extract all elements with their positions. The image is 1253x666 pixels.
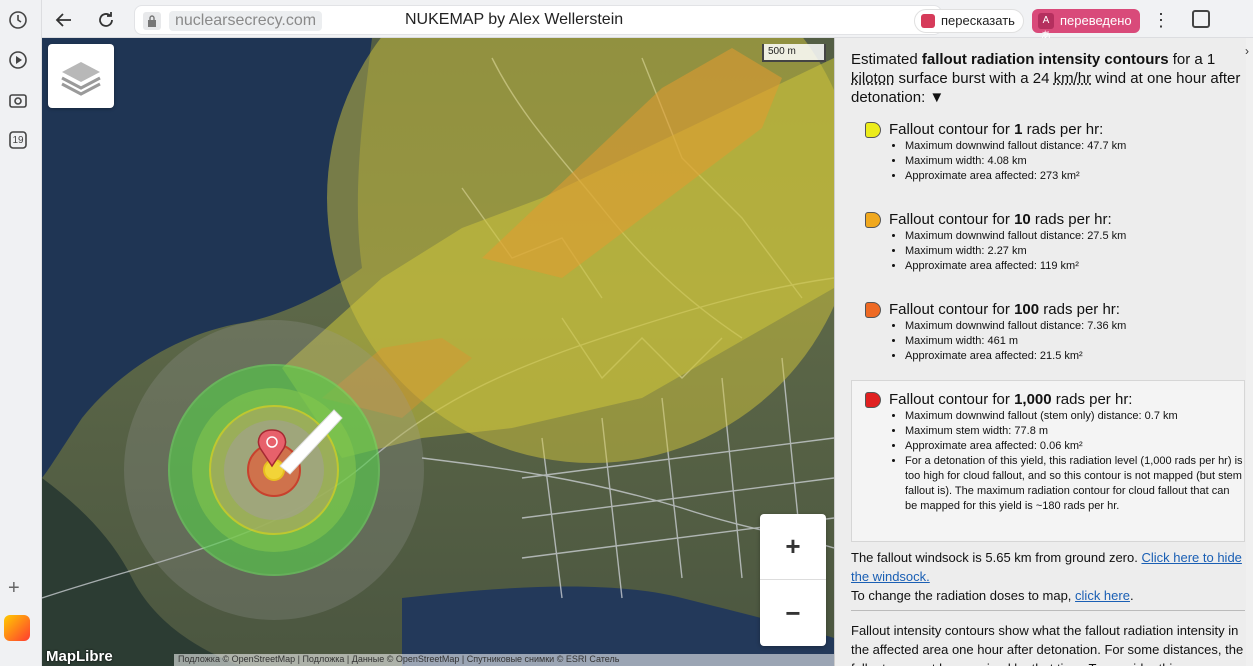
zoom-controls: + − — [760, 514, 826, 646]
retell-label: пересказать — [941, 13, 1015, 28]
fallout-toggle-icon[interactable]: ▼ — [929, 89, 944, 106]
list-item: Approximate area affected: 21.5 km² — [905, 349, 1243, 364]
zoom-out-button[interactable]: − — [760, 580, 826, 646]
change-doses-link[interactable]: click here — [1075, 588, 1130, 603]
retell-button[interactable]: пересказать — [914, 9, 1024, 33]
scale-bar: 500 m — [762, 44, 826, 62]
fallout-note: Fallout intensity contours show what the… — [851, 623, 1244, 666]
calendar-icon[interactable]: 19 — [6, 128, 30, 152]
list-item: For a detonation of this yield, this rad… — [905, 454, 1243, 514]
layers-icon — [61, 62, 101, 96]
windsock-info: The fallout windsock is 5.65 km from gro… — [851, 550, 1242, 603]
map-view[interactable]: 500 m + − MapLibre Подложка © OpenStreet… — [42, 38, 834, 666]
page-title: NUKEMAP by Alex Wellerstein — [405, 11, 624, 28]
lock-icon[interactable] — [143, 12, 161, 30]
translate-icon: Aあ — [1038, 13, 1054, 42]
browser-toolbar: nuclearsecrecy.com NUKEMAP by Alex Welle… — [42, 0, 1253, 42]
panel-collapse-handle[interactable]: › — [1245, 38, 1253, 666]
translated-button[interactable]: Aあ переведено — [1032, 9, 1140, 42]
list-item: Maximum width: 4.08 km — [905, 154, 1243, 169]
list-item: Approximate area affected: 273 km² — [905, 169, 1243, 184]
results-panel: Estimated fallout radiation intensity co… — [834, 38, 1246, 666]
list-item: Approximate area affected: 0.06 km² — [905, 439, 1243, 454]
list-item: Maximum downwind fallout distance: 27.5 … — [905, 229, 1243, 244]
list-item: Maximum width: 461 m — [905, 334, 1243, 349]
address-bar[interactable]: nuclearsecrecy.com NUKEMAP by Alex Welle… — [134, 5, 942, 35]
contour-10-rad: Fallout contour for 10 rads per hr: Maxi… — [851, 210, 1243, 274]
list-item: Maximum width: 2.27 km — [905, 244, 1243, 259]
history-icon[interactable] — [6, 8, 30, 32]
fallout-intro: Estimated fallout radiation intensity co… — [851, 51, 1241, 106]
calendar-badge: 19 — [12, 134, 24, 146]
divider — [851, 610, 1245, 611]
map-canvas[interactable] — [42, 38, 834, 666]
browser-sidebar: 19 + — [0, 0, 42, 666]
screenshot-icon[interactable] — [6, 88, 30, 112]
contour-color-swatch — [865, 302, 881, 318]
contour-color-swatch — [865, 392, 881, 408]
list-item: Maximum downwind fallout distance: 7.36 … — [905, 319, 1243, 334]
list-item: Maximum downwind fallout (stem only) dis… — [905, 409, 1243, 424]
contour-100-rad: Fallout contour for 100 rads per hr: Max… — [851, 300, 1243, 364]
contour-1000-rad: Fallout contour for 1,000 rads per hr: M… — [851, 390, 1243, 514]
layers-button[interactable] — [48, 44, 114, 108]
reload-icon — [99, 12, 113, 27]
yandex-app-icon[interactable] — [4, 615, 30, 641]
contour-color-swatch — [865, 212, 881, 228]
chevron-right-icon: › — [1245, 44, 1249, 58]
list-item: Maximum stem width: 77.8 m — [905, 424, 1243, 439]
map-attribution: Подложка © OpenStreetMap | Подложка | Да… — [174, 654, 834, 666]
url-domain[interactable]: nuclearsecrecy.com — [169, 11, 323, 31]
translated-label: переведено — [1060, 13, 1132, 28]
list-item: Maximum downwind fallout distance: 47.7 … — [905, 139, 1243, 154]
reload-button[interactable] — [94, 8, 118, 32]
retell-icon — [921, 14, 935, 28]
tabs-icon[interactable] — [1192, 10, 1210, 28]
maplibre-logo[interactable]: MapLibre — [46, 648, 113, 665]
more-menu-icon[interactable]: ⋮ — [1152, 10, 1170, 31]
zoom-in-button[interactable]: + — [760, 514, 826, 580]
contour-color-swatch — [865, 122, 881, 138]
arrow-left-icon — [55, 13, 71, 27]
back-button[interactable] — [52, 8, 76, 32]
add-panel-icon[interactable]: + — [8, 577, 20, 600]
list-item: Approximate area affected: 119 km² — [905, 259, 1243, 274]
video-icon[interactable] — [6, 48, 30, 72]
contour-1-rad: Fallout contour for 1 rads per hr: Maxim… — [851, 120, 1243, 184]
